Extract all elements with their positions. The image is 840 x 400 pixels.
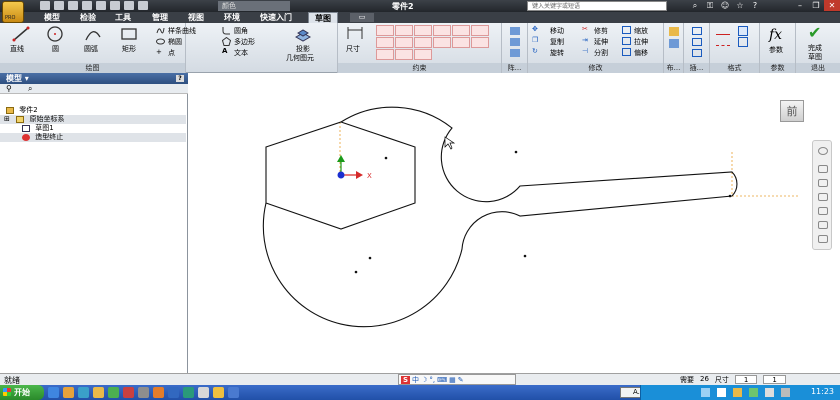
app-icon-9[interactable] [228, 387, 239, 398]
inventor-icon[interactable] [93, 387, 104, 398]
origin-point[interactable] [337, 171, 345, 179]
status-bar: 就绪 S 中 ☽ °, ⌨ ▦ ✎ 需要 26 尺寸 1 1 [0, 373, 840, 385]
system-tray: 11:23 [640, 385, 840, 400]
fit-all-icon[interactable] [818, 235, 828, 243]
sketch-point[interactable] [728, 194, 732, 198]
app-icon-2[interactable] [123, 387, 134, 398]
zoom-window-icon[interactable] [818, 221, 828, 229]
application-menu-button[interactable]: PRO [2, 1, 24, 23]
clock[interactable]: 11:23 [811, 387, 834, 396]
app-icon-8[interactable] [213, 387, 224, 398]
start-label: 开始 [14, 388, 30, 397]
navigation-bar [812, 140, 832, 250]
ime-mode-icon[interactable]: 中 [412, 375, 419, 385]
ime-punct-icon[interactable]: °, [429, 376, 435, 384]
dim-label: 尺寸 [714, 376, 729, 384]
zoom-icon[interactable] [818, 179, 828, 187]
needed-value: 26 [700, 375, 709, 383]
tray-icon-2[interactable] [717, 388, 726, 397]
app-icon-6[interactable] [183, 387, 194, 398]
start-button[interactable]: 开始 [0, 385, 44, 400]
sketch-point[interactable] [354, 270, 358, 274]
x-axis-arrow-icon [356, 171, 363, 179]
ime-tools-icon[interactable]: ✎ [458, 376, 464, 384]
y-axis-arrow-icon [337, 155, 345, 162]
tray-icon-1[interactable] [701, 388, 710, 397]
page-box-b: 1 [763, 375, 786, 384]
ime-moon-icon[interactable]: ☽ [421, 376, 427, 384]
ie-icon[interactable] [48, 387, 59, 398]
media-icon[interactable] [78, 387, 89, 398]
quick-launch [48, 387, 239, 398]
windows-logo-icon [3, 388, 11, 396]
ime-toolbar: S 中 ☽ °, ⌨ ▦ ✎ [398, 374, 516, 385]
mouse-cursor-icon [444, 136, 456, 150]
tray-icon-4[interactable] [749, 388, 758, 397]
x-axis-label: X [367, 172, 372, 180]
app-icon-4[interactable] [153, 387, 164, 398]
folder-icon[interactable] [63, 387, 74, 398]
app-icon-5[interactable] [168, 387, 179, 398]
ime-logo-icon[interactable]: S [401, 375, 411, 384]
volume-icon[interactable] [765, 388, 774, 397]
app-icon-1[interactable] [108, 387, 119, 398]
tray-icon-3[interactable] [733, 388, 742, 397]
taskbar: 开始 A... 11:23 [0, 385, 840, 400]
status-right: 需要 26 尺寸 1 1 [680, 375, 786, 385]
app-icon-7[interactable] [198, 387, 209, 398]
view-cube[interactable]: 前 [780, 100, 804, 122]
ime-skin-icon[interactable]: ▦ [449, 376, 456, 384]
app-badge: PRO [5, 15, 16, 21]
sketch-point[interactable] [384, 156, 388, 160]
needed-label: 需要 [680, 376, 694, 384]
sketch-point[interactable] [523, 254, 527, 258]
pan-icon[interactable] [818, 165, 828, 173]
page-box-a: 1 [734, 375, 758, 384]
look-at-icon[interactable] [818, 207, 828, 215]
sketch-point[interactable] [368, 256, 372, 260]
app-icon-3[interactable] [138, 387, 149, 398]
orbit-icon[interactable] [818, 193, 828, 201]
steering-wheel-icon[interactable] [818, 147, 828, 155]
network-icon[interactable] [781, 388, 790, 397]
sketch-point[interactable] [514, 150, 518, 154]
ime-keyboard-icon[interactable]: ⌨ [437, 376, 447, 384]
outer-profile[interactable] [262, 106, 738, 328]
sketch-geometry: X [262, 106, 800, 328]
